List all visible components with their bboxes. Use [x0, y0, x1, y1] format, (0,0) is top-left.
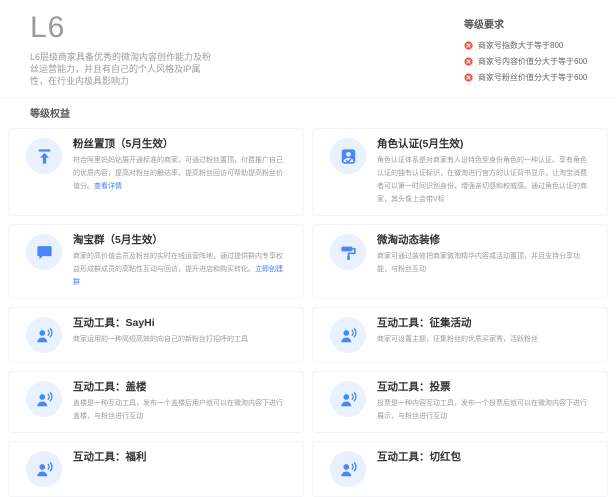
benefit-description: 商家的高价值会员及粉丝的实时在线运营阵地，通过提供群内专享权益形成群成员的高粘性…: [73, 250, 289, 289]
benefit-desc-text: 投票是一种内容互动工具，发布一个投票后就可以在微淘内容下进行展示，与粉丝进行互动: [377, 400, 587, 420]
benefit-desc-text: 角色认证体系是对商家有人设特色型身份角色的一种认证。享有角色认证的独有认证标识，…: [377, 157, 587, 203]
benefit-card-vote: 互动工具：投票 投票是一种内容互动工具，发布一个投票后就可以在微淘内容下进行展示…: [312, 371, 608, 433]
benefits-section: 等级权益 粉丝置顶（5月生效） 符合阿里妈妈钻展开通标准的商家，可通过粉丝置顶，…: [0, 98, 616, 497]
level-requirements: 等级要求 商家号指数大于等于800 商家号内容价值分大于等于600 商家号粉丝价…: [464, 12, 604, 87]
benefit-desc-text: 商家可设置主题，征集粉丝的优质买家秀，活跃粉丝: [377, 336, 538, 343]
person-wave-icon: [330, 317, 366, 353]
benefit-card-gailou: 互动工具：盖楼 盖楼是一种互动工具，发布一个盖楼后用户就可以在微淘内容下进行盖楼…: [8, 371, 304, 433]
benefit-title: 互动工具：切红包: [377, 451, 461, 464]
benefit-card-weitao-decoration: 微淘动态装修 商家可通过装修把商家微淘精华内容或活动置顶，并且支持分享功能，与粉…: [312, 224, 608, 299]
level-description: L6层级商家具备优秀的微淘内容创作能力及粉丝运营能力，并且有自己的个人风格及IP…: [30, 51, 216, 87]
cross-circle-icon: [464, 57, 473, 66]
benefit-description: 符合阿里妈妈钻展开通标准的商家，可通过粉丝置顶，付费推广自己的优质内容，提高对粉…: [73, 154, 289, 193]
requirement-item: 商家号粉丝价值分大于等于600: [464, 72, 604, 83]
benefit-description: 商家可设置主题，征集粉丝的优质买家秀，活跃粉丝: [377, 333, 538, 346]
person-wave-icon: [330, 381, 366, 417]
id-badge-icon: [330, 138, 366, 174]
benefit-title: 互动工具：福利: [73, 451, 147, 464]
person-wave-icon: [26, 317, 62, 353]
requirement-item: 商家号内容价值分大于等于600: [464, 56, 604, 67]
benefit-card-sayhi: 互动工具：SayHi 商家运用的一种简短高效的向自己的新粉丝打招呼的工具: [8, 307, 304, 363]
benefit-description: 商家可通过装修把商家微淘精华内容或活动置顶，并且支持分享功能，与粉丝互动: [377, 250, 593, 276]
level-summary: L6 L6层级商家具备优秀的微淘内容创作能力及粉丝运营能力，并且有自己的个人风格…: [30, 12, 216, 87]
view-details-link[interactable]: 查看详情: [94, 183, 122, 190]
benefits-grid: 粉丝置顶（5月生效） 符合阿里妈妈钻展开通标准的商家，可通过粉丝置顶，付费推广自…: [8, 128, 608, 497]
person-wave-icon: [26, 381, 62, 417]
benefit-desc-text: 商家的高价值会员及粉丝的实时在线运营阵地，通过提供群内专享权益形成群成员的高粘性…: [73, 253, 283, 273]
benefit-desc-text: 盖楼是一种互动工具，发布一个盖楼后用户就可以在微淘内容下进行盖楼，与粉丝进行互动: [73, 400, 283, 420]
benefit-title: 淘宝群（5月生效）: [73, 234, 289, 247]
benefit-title: 互动工具：征集活动: [377, 317, 538, 330]
benefit-card-role-certification: 角色认证(5月生效) 角色认证体系是对商家有人设特色型身份角色的一种认证。享有角…: [312, 128, 608, 216]
benefit-card-welfare: 互动工具：福利: [8, 441, 304, 497]
level-title: L6: [30, 12, 216, 44]
requirement-text: 商家号内容价值分大于等于600: [478, 56, 587, 67]
benefit-card-collection-activity: 互动工具：征集活动 商家可设置主题，征集粉丝的优质买家秀，活跃粉丝: [312, 307, 608, 363]
top-section: L6 L6层级商家具备优秀的微淘内容创作能力及粉丝运营能力，并且有自己的个人风格…: [0, 0, 616, 98]
benefit-desc-text: 商家运用的一种简短高效的向自己的新粉丝打招呼的工具: [73, 336, 248, 343]
pin-top-icon: [26, 138, 62, 174]
benefit-card-red-packet: 互动工具：切红包: [312, 441, 608, 497]
benefit-title: 角色认证(5月生效): [377, 138, 593, 151]
requirement-text: 商家号指数大于等于800: [478, 40, 563, 51]
benefit-card-taobao-group: 淘宝群（5月生效） 商家的高价值会员及粉丝的实时在线运营阵地，通过提供群内专享权…: [8, 224, 304, 299]
requirement-item: 商家号指数大于等于800: [464, 40, 604, 51]
person-wave-icon: [330, 451, 366, 487]
benefit-title: 互动工具：盖楼: [73, 381, 289, 394]
benefit-description: 投票是一种内容互动工具，发布一个投票后就可以在微淘内容下进行展示，与粉丝进行互动: [377, 397, 593, 423]
benefit-desc-text: 商家可通过装修把商家微淘精华内容或活动置顶，并且支持分享功能，与粉丝互动: [377, 253, 580, 273]
benefits-title: 等级权益: [30, 105, 608, 120]
cross-circle-icon: [464, 41, 473, 50]
benefit-title: 互动工具：SayHi: [73, 317, 248, 330]
benefit-description: 商家运用的一种简短高效的向自己的新粉丝打招呼的工具: [73, 333, 248, 346]
benefit-description: 盖楼是一种互动工具，发布一个盖楼后用户就可以在微淘内容下进行盖楼，与粉丝进行互动: [73, 397, 289, 423]
benefit-title: 粉丝置顶（5月生效）: [73, 138, 289, 151]
chat-bubble-icon: [26, 234, 62, 270]
benefit-card-fans-pin-top: 粉丝置顶（5月生效） 符合阿里妈妈钻展开通标准的商家，可通过粉丝置顶，付费推广自…: [8, 128, 304, 216]
requirements-title: 等级要求: [464, 16, 604, 31]
person-wave-icon: [26, 451, 62, 487]
paint-roller-icon: [330, 234, 366, 270]
benefit-title: 互动工具：投票: [377, 381, 593, 394]
requirement-text: 商家号粉丝价值分大于等于600: [478, 72, 587, 83]
merchant-level-page: L6 L6层级商家具备优秀的微淘内容创作能力及粉丝运营能力，并且有自己的个人风格…: [0, 0, 616, 497]
benefit-title: 微淘动态装修: [377, 234, 593, 247]
cross-circle-icon: [464, 73, 473, 82]
benefit-description: 角色认证体系是对商家有人设特色型身份角色的一种认证。享有角色认证的独有认证标识，…: [377, 154, 593, 206]
